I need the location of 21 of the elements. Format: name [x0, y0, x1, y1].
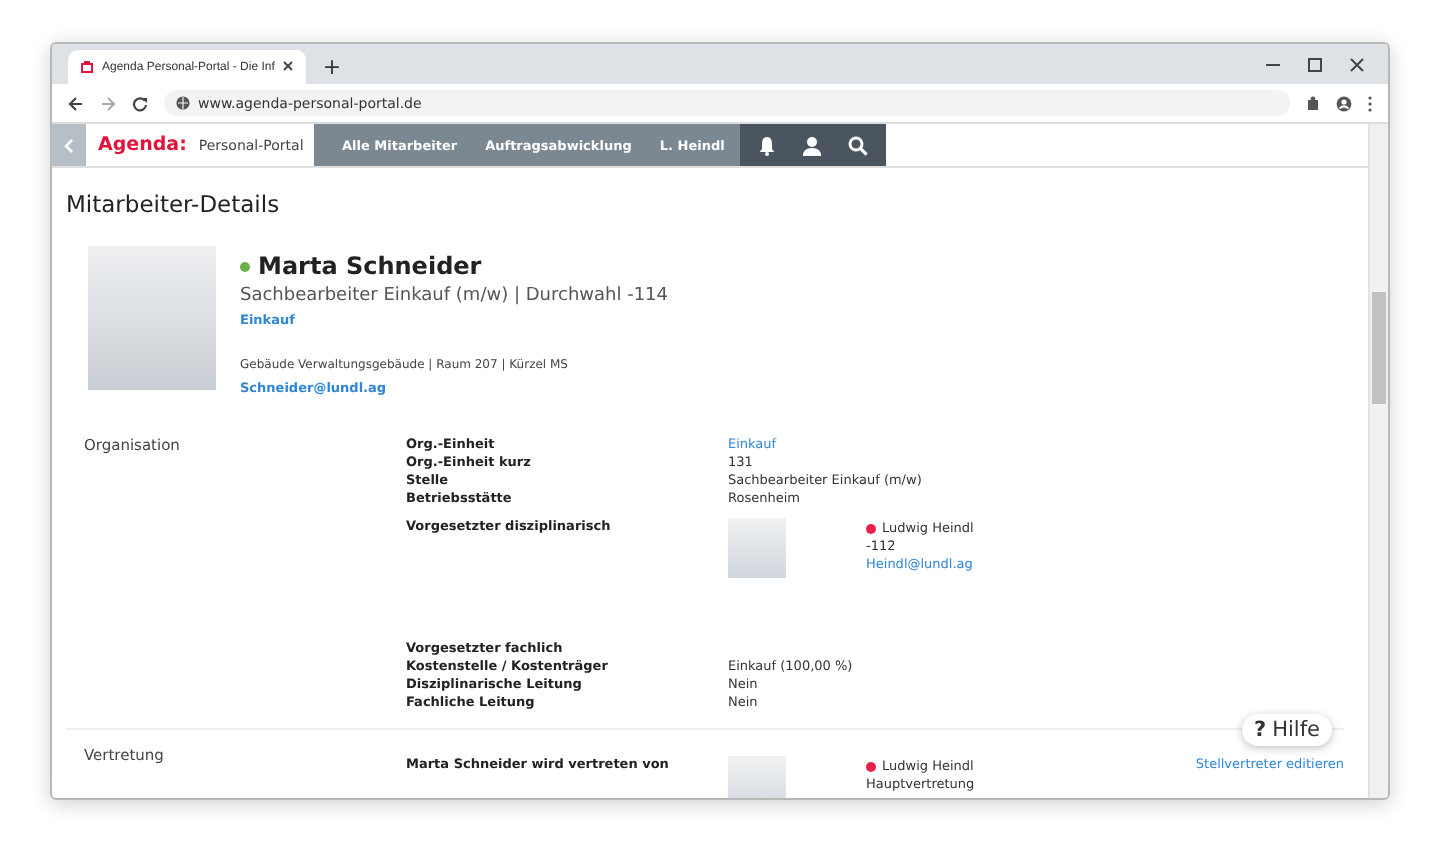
chevron-left-icon — [64, 137, 74, 153]
globe-icon — [176, 96, 190, 110]
minimize-icon — [1266, 58, 1280, 72]
new-tab-button[interactable]: + — [322, 56, 342, 78]
profile-icon — [1336, 95, 1352, 111]
back-arrow-icon — [68, 95, 84, 111]
close-icon[interactable] — [282, 59, 295, 75]
reload-icon — [132, 95, 148, 111]
favicon-icon — [80, 60, 94, 74]
forward-arrow-icon — [100, 95, 116, 111]
page-title: Mitarbeiter-Details — [66, 190, 282, 218]
maximize-icon — [1308, 58, 1322, 72]
close-icon — [1350, 58, 1364, 72]
photo-placeholder — [728, 756, 786, 798]
employee-name: Marta Schneider — [258, 252, 482, 280]
job-title: Sachbearbeiter Einkauf (m/w) | Durchwahl -114 — [240, 286, 669, 306]
logo[interactable]: Agenda: — [98, 134, 187, 156]
help-button[interactable]: ? Hilfe — [1242, 714, 1332, 746]
photo-placeholder — [88, 246, 216, 390]
scrollbar[interactable] — [1368, 124, 1388, 798]
photo-placeholder — [728, 518, 786, 578]
